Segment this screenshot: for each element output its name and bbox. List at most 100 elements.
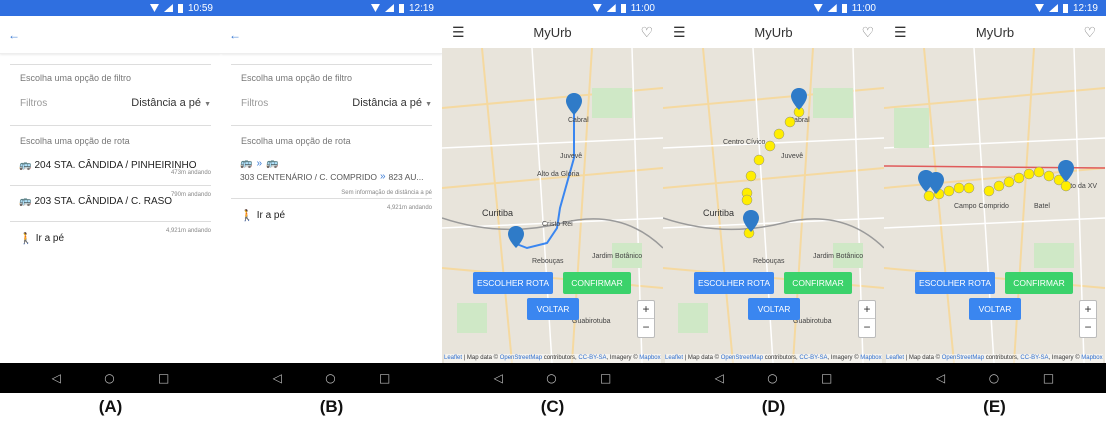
walk-icon: 🚶 [240,210,254,222]
battery-icon [841,3,847,13]
osm-link[interactable]: OpenStreetMap [942,355,984,361]
osm-link[interactable]: OpenStreetMap [500,355,542,361]
double-chevron-icon: » [379,171,386,182]
home-nav-icon[interactable]: ○ [546,371,556,385]
zoom-control: + − [637,300,655,338]
confirm-button[interactable]: CONFIRMAR [784,272,852,294]
choose-route-button[interactable]: ESCOLHER ROTA [694,272,774,294]
home-nav-icon[interactable]: ○ [989,371,999,385]
cc-link[interactable]: CC-BY-SA [1020,355,1048,361]
panel-e: 12:19 ☰ MyUrb ♡ Campo Comprido Batel Alt… [884,0,1106,393]
leaflet-link[interactable]: Leaflet [444,355,462,361]
android-nav-bar: ◁ ○ □ [0,363,221,393]
filter-dropdown[interactable]: Filtros Distância a pé ▼ [221,89,442,117]
zoom-out-button[interactable]: − [859,319,875,337]
walk-distance: 4,921m andando [386,205,432,211]
home-nav-icon[interactable]: ○ [325,371,335,385]
zoom-out-button[interactable]: − [638,319,654,337]
map-attribution: Leaflet | Map data © OpenStreetMap contr… [444,354,661,363]
filter-label: Filtros [20,97,48,109]
caption-d: (D) [761,397,786,416]
map-label-curitiba: Curitiba [703,208,734,218]
back-nav-icon[interactable]: ◁ [273,371,282,385]
zoom-in-button[interactable]: + [1080,301,1096,319]
heart-icon[interactable]: ♡ [861,24,874,41]
heart-icon[interactable]: ♡ [640,24,653,41]
mapbox-link[interactable]: Mapbox [860,355,881,361]
back-arrow-icon[interactable]: ← [229,28,241,42]
bus-icon: 🚌 [240,158,253,169]
zoom-out-button[interactable]: − [1080,319,1096,337]
dropdown-arrow-icon: ▼ [204,101,211,108]
recents-nav-icon[interactable]: □ [600,371,611,385]
wifi-icon [813,4,823,12]
map-label-curitiba: Curitiba [482,208,513,218]
zoom-in-button[interactable]: + [638,301,654,319]
battery-icon [1062,3,1068,13]
home-nav-icon[interactable]: ○ [767,371,777,385]
route-option-combined[interactable]: 🚌 » 🚌 303 CENTENÁRIO / C. COMPRIDO » 823… [221,154,442,198]
leaflet-link[interactable]: Leaflet [665,355,683,361]
route-option-2[interactable]: 🚌 203 STA. CÂNDIDA / C. RASO 790m andando [0,186,221,221]
filter-value: Distância a pé [131,97,201,109]
cc-link[interactable]: CC-BY-SA [578,355,606,361]
osm-link[interactable]: OpenStreetMap [721,355,763,361]
dropdown-arrow-icon: ▼ [425,101,432,108]
map-view[interactable]: Cabral Juvevê Alto da Glória Curitiba Re… [442,48,663,363]
recents-nav-icon[interactable]: □ [1043,371,1054,385]
back-button[interactable]: VOLTAR [527,298,579,320]
home-nav-icon[interactable]: ○ [104,371,114,385]
back-nav-icon[interactable]: ◁ [715,371,724,385]
status-bar: 12:19 [221,0,442,16]
heart-icon[interactable]: ♡ [1083,24,1096,41]
filter-dropdown[interactable]: Filtros Distância a pé ▼ [0,89,221,117]
cc-link[interactable]: CC-BY-SA [799,355,827,361]
back-button[interactable]: VOLTAR [748,298,800,320]
confirm-button[interactable]: CONFIRMAR [1005,272,1073,294]
menu-icon[interactable]: ☰ [452,24,465,41]
route-distance: 790m andando [170,192,211,198]
menu-icon[interactable]: ☰ [894,24,907,41]
map-label-jardim-botanico: Jardim Botânico [592,253,642,260]
walk-option[interactable]: 🚶 Ir a pé 4,921m andando [221,199,442,234]
back-nav-icon[interactable]: ◁ [936,371,945,385]
back-nav-icon[interactable]: ◁ [494,371,503,385]
choose-route-button[interactable]: ESCOLHER ROTA [915,272,995,294]
choose-route-button[interactable]: ESCOLHER ROTA [473,272,553,294]
back-button[interactable]: VOLTAR [969,298,1021,320]
menu-icon[interactable]: ☰ [673,24,686,41]
map-label-juveve: Juvevê [560,153,582,160]
back-nav-icon[interactable]: ◁ [52,371,61,385]
bus-icon: 🚌 [266,158,279,169]
recents-nav-icon[interactable]: □ [158,371,169,385]
status-time: 11:00 [851,2,876,14]
map-view[interactable]: Campo Comprido Batel Alto da XV ESCOLHER… [884,48,1105,363]
signal-icon [827,4,837,12]
recents-nav-icon[interactable]: □ [379,371,390,385]
signal-icon [606,4,616,12]
status-bar: 11:00 [442,0,663,16]
confirm-button[interactable]: CONFIRMAR [563,272,631,294]
zoom-in-button[interactable]: + [859,301,875,319]
walk-label: Ir a pé [256,210,286,221]
route-label-second: 823 AU... [388,171,424,182]
leaflet-link[interactable]: Leaflet [886,355,904,361]
app-title: MyUrb [975,24,1015,40]
walk-label: Ir a pé [35,233,65,244]
wifi-icon [1034,4,1044,12]
filter-section-label: Escolha uma opção de filtro [20,73,132,83]
android-nav-bar: ◁ ○ □ [663,363,884,393]
map-view[interactable]: Centro Cívico Cabral Juvevê Curitiba Reb… [663,48,884,363]
walk-icon: 🚶 [19,233,33,245]
mapbox-link[interactable]: Mapbox [1081,355,1102,361]
battery-icon [398,3,404,13]
recents-nav-icon[interactable]: □ [821,371,832,385]
caption-e: (E) [983,397,1006,416]
map-attribution: Leaflet | Map data © OpenStreetMap contr… [886,354,1103,363]
back-arrow-icon[interactable]: ← [8,28,20,42]
mapbox-link[interactable]: Mapbox [639,355,660,361]
walk-option[interactable]: 🚶 Ir a pé 4,921m andando [0,222,221,257]
route-option-1[interactable]: 🚌 204 STA. CÂNDIDA / PINHEIRINHO 473m and… [0,150,221,185]
battery-icon [620,3,626,13]
route-section-label: Escolha uma opção de rota [20,136,130,146]
